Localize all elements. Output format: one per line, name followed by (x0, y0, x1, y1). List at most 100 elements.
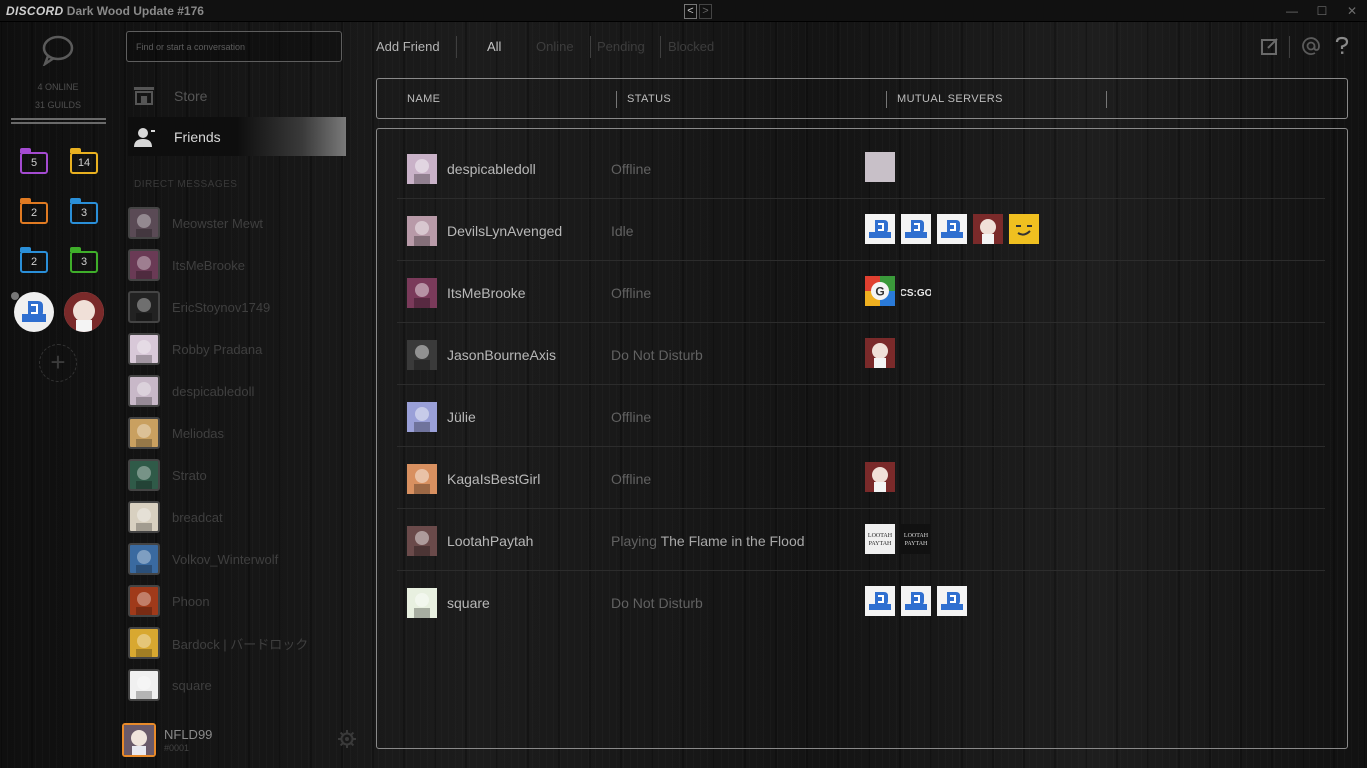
friend-row[interactable]: DevilsLynAvenged Idle (397, 199, 1325, 261)
add-guild-button[interactable]: + (39, 344, 77, 382)
mutual-server-icon[interactable] (901, 214, 931, 244)
close-button[interactable]: ✕ (1337, 0, 1367, 22)
friend-avatar[interactable] (407, 278, 437, 308)
dm-item[interactable]: EricStoynov1749 (128, 286, 353, 328)
mutual-server-icon[interactable]: G (865, 276, 895, 306)
user-avatar[interactable] (122, 723, 156, 757)
dm-name: Phoon (172, 593, 210, 609)
friends-icon (134, 127, 155, 147)
friend-row[interactable]: ItsMeBrooke Offline G CS:GO (397, 261, 1325, 323)
friend-name: ItsMeBrooke (447, 285, 526, 301)
friend-row[interactable]: despicabledoll Offline (397, 137, 1325, 199)
mutual-server-icon[interactable] (865, 462, 895, 492)
friend-avatar[interactable] (407, 216, 437, 246)
tab-all[interactable]: All (487, 39, 501, 54)
dm-item[interactable]: Phoon (128, 580, 353, 622)
tab-add-friend[interactable]: Add Friend (376, 39, 440, 54)
minimize-button[interactable]: — (1277, 0, 1307, 22)
dm-item[interactable]: Bardock | バードロック (128, 622, 353, 664)
online-count: 4 ONLINE 31 GUILDS (0, 78, 116, 114)
svg-text:LOOTAH: LOOTAH (904, 533, 929, 539)
folder-count: 3 (80, 207, 88, 219)
search-input[interactable] (127, 32, 341, 61)
mutual-servers: G CS:GO (865, 276, 931, 306)
divider (11, 122, 106, 124)
mutual-server-icon[interactable] (973, 214, 1003, 244)
guild-folder[interactable]: 14 (70, 148, 98, 174)
guild-folder[interactable]: 2 (20, 247, 48, 273)
guild-icon[interactable] (14, 292, 54, 332)
friends-list: despicabledoll Offline DevilsLynAvenged Idl… (376, 128, 1348, 749)
friend-status-text: Offline (611, 471, 652, 487)
guild-folder[interactable]: 3 (70, 247, 98, 273)
friends-home-icon[interactable] (40, 34, 76, 66)
dm-name: Bardock | バードロック (172, 636, 309, 652)
guild-folder[interactable]: 3 (70, 198, 98, 224)
mutual-servers (865, 152, 895, 182)
dm-avatar (128, 585, 160, 617)
divider (11, 118, 106, 120)
dm-item[interactable]: Meliodas (128, 412, 353, 454)
dm-item[interactable]: despicabledoll (128, 370, 353, 412)
friends-toolbar: Add Friend All Online Pending Blocked (366, 22, 1367, 70)
help-icon[interactable] (1332, 36, 1352, 56)
search-box[interactable] (126, 31, 342, 62)
dm-avatar (128, 669, 160, 701)
column-status[interactable]: STATUS (627, 93, 671, 105)
friend-row[interactable]: Jülie Offline (397, 385, 1325, 447)
back-button[interactable]: < (684, 4, 697, 19)
nav-store[interactable]: Store (128, 76, 346, 115)
dm-item[interactable]: breadcat (128, 496, 353, 538)
column-name[interactable]: NAME (407, 93, 440, 105)
dm-item[interactable]: Meowster Mewt (128, 202, 353, 244)
forward-button[interactable]: > (699, 4, 712, 19)
dm-avatar (128, 375, 160, 407)
dm-item[interactable]: Volkov_Winterwolf (128, 538, 353, 580)
friend-avatar[interactable] (407, 464, 437, 494)
tab-pending[interactable]: Pending (597, 39, 645, 54)
mutual-server-icon[interactable] (865, 152, 895, 182)
mutual-server-icon[interactable] (865, 586, 895, 616)
friend-row[interactable]: KagaIsBestGirl Offline (397, 447, 1325, 509)
mutual-server-icon[interactable] (1009, 214, 1039, 244)
friend-avatar[interactable] (407, 154, 437, 184)
mutual-server-icon[interactable] (901, 586, 931, 616)
friend-status: Offline (611, 161, 651, 177)
guild-folder[interactable]: 2 (20, 198, 48, 224)
dm-name: square (172, 677, 212, 693)
friend-name: Jülie (447, 409, 476, 425)
friend-row[interactable]: LootahPaytah Playing The Flame in the Flo… (397, 509, 1325, 571)
settings-gear-icon[interactable] (338, 730, 356, 748)
mutual-server-icon[interactable]: CS:GO (901, 276, 931, 306)
dm-item[interactable]: square (128, 664, 353, 706)
maximize-button[interactable]: ☐ (1307, 0, 1337, 22)
friend-avatar[interactable] (407, 402, 437, 432)
friend-avatar[interactable] (407, 588, 437, 618)
tab-blocked[interactable]: Blocked (668, 39, 714, 54)
user-tag: #0001 (164, 743, 190, 753)
dm-item[interactable]: Strato (128, 454, 353, 496)
new-group-dm-icon[interactable] (1260, 36, 1280, 56)
mutual-server-icon[interactable]: LOOTAH PAYTAH (865, 524, 895, 554)
friend-avatar[interactable] (407, 526, 437, 556)
guild-icon[interactable] (64, 292, 104, 332)
mutual-server-icon[interactable] (937, 214, 967, 244)
friend-row[interactable]: square Do Not Disturb (397, 571, 1325, 633)
friend-row[interactable]: JasonBourneAxis Do Not Disturb (397, 323, 1325, 385)
tab-online[interactable]: Online (536, 39, 574, 54)
dm-header: DIRECT MESSAGES (134, 179, 238, 190)
mutual-server-icon[interactable] (865, 214, 895, 244)
nav-friends[interactable]: Friends (128, 117, 346, 156)
mutual-server-icon[interactable]: LOOTAH PAYTAH (901, 524, 931, 554)
friend-status-text: Idle (611, 223, 634, 239)
mutual-server-icon[interactable] (937, 586, 967, 616)
guild-folder[interactable]: 5 (20, 148, 48, 174)
column-mutual-servers[interactable]: MUTUAL SERVERS (897, 93, 1003, 105)
friends-main: Add Friend All Online Pending Blocked NA… (366, 22, 1367, 768)
mutual-server-icon[interactable] (865, 338, 895, 368)
dm-item[interactable]: Robby Pradana (128, 328, 353, 370)
svg-text:PAYTAH: PAYTAH (869, 541, 892, 547)
dm-item[interactable]: ItsMeBrooke (128, 244, 353, 286)
mentions-icon[interactable] (1301, 36, 1321, 56)
friend-avatar[interactable] (407, 340, 437, 370)
